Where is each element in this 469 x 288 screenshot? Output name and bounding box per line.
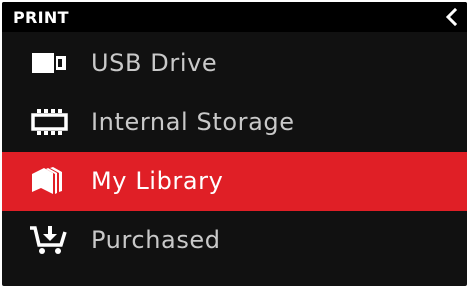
menu-item-label: Internal Storage: [91, 108, 295, 136]
library-icon: [32, 167, 62, 194]
header-bar: PRINT: [2, 2, 467, 32]
page-title: PRINT: [13, 8, 69, 27]
chevron-left-icon[interactable]: [443, 8, 461, 26]
print-screen: PRINT USB Drive Internal Storage My Libr…: [2, 2, 467, 286]
menu-item-purchased[interactable]: Purchased: [2, 211, 467, 270]
menu-item-label: My Library: [91, 167, 224, 195]
menu-item-label: Purchased: [91, 226, 221, 254]
cart-download-icon: [30, 226, 67, 254]
menu-item-my-library[interactable]: My Library: [2, 152, 467, 211]
internal-storage-icon: [31, 109, 68, 135]
usb-drive-icon: [32, 53, 66, 73]
menu-item-internal-storage[interactable]: Internal Storage: [2, 93, 467, 152]
menu-item-label: USB Drive: [91, 49, 218, 77]
menu-item-usb-drive[interactable]: USB Drive: [2, 34, 467, 93]
